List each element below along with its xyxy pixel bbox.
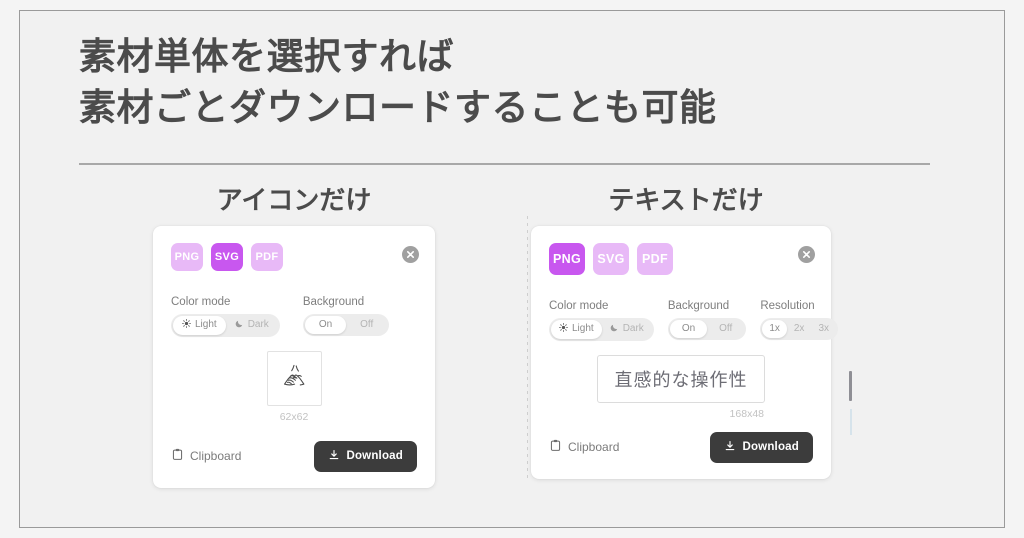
control-background: Background On Off	[667, 299, 747, 341]
download-button[interactable]: Download	[710, 431, 813, 463]
preview-zone: 直感的な操作性 168x48	[549, 354, 813, 420]
format-chip-svg[interactable]: SVG	[593, 242, 629, 275]
slide-frame: 素材単体を選択すれば 素材ごとダウンロードすることも可能 アイコンだけ PNG …	[19, 10, 1005, 528]
segmented-background: On Off	[302, 313, 390, 336]
segment-res-2x[interactable]: 2x	[787, 320, 812, 338]
page-title-line-2: 素材ごとダウンロードすることも可能	[79, 87, 717, 129]
preview-dimensions: 168x48	[729, 407, 764, 420]
format-chip-row: PNG SVG PDF	[549, 242, 813, 275]
sun-icon	[559, 322, 568, 336]
segment-res-3x[interactable]: 3x	[811, 320, 836, 338]
download-button[interactable]: Download	[314, 440, 417, 472]
card-icon-only: アイコンだけ PNG SVG PDF Color mode Light Dark…	[153, 185, 435, 488]
moon-icon	[235, 319, 244, 332]
background-sliver-secondary	[850, 409, 852, 435]
card-text-only: テキストだけ PNG SVG PDF Color mode Light Dark…	[531, 185, 841, 479]
segment-bg-on[interactable]: On	[669, 319, 708, 338]
clipboard-button[interactable]: Clipboard	[171, 448, 241, 464]
preview-box: 直感的な操作性	[597, 354, 765, 403]
export-panel-text-only: PNG SVG PDF Color mode Light Dark Backgr…	[531, 225, 838, 479]
title-divider	[79, 163, 930, 165]
clipboard-icon	[549, 439, 562, 455]
preview-zone: 62x62	[171, 350, 417, 423]
segmented-background: On Off	[667, 317, 747, 340]
page-title-line-1: 素材単体を選択すれば	[79, 36, 454, 77]
clipboard-label: Clipboard	[568, 440, 620, 455]
control-label-background: Background	[302, 295, 365, 308]
background-sliver	[849, 371, 852, 401]
control-background: Background On Off	[302, 295, 390, 337]
control-color-mode: Color mode Light Dark	[171, 296, 280, 337]
moon-icon	[610, 323, 619, 336]
preview-dimensions: 62x62	[279, 410, 309, 423]
close-icon[interactable]	[402, 245, 419, 263]
preview-box	[266, 350, 322, 406]
format-chip-pdf[interactable]: PDF	[251, 242, 283, 271]
segment-bg-off[interactable]: Off	[346, 316, 387, 334]
clipboard-label: Clipboard	[190, 449, 242, 464]
clipboard-icon	[171, 448, 184, 464]
controls-row: Color mode	[549, 299, 838, 341]
close-x-glyph	[802, 250, 811, 258]
segmented-color-mode: Light Dark	[171, 313, 280, 337]
panel-footer: Clipboard Download	[549, 431, 813, 463]
panel-footer: Clipboard Download	[171, 440, 417, 472]
segment-bg-on[interactable]: On	[304, 315, 347, 334]
segment-light[interactable]: Light	[551, 319, 602, 339]
preview-text: 直感的な操作性	[614, 369, 748, 390]
close-icon[interactable]	[798, 245, 815, 263]
segment-dark-label: Dark	[247, 319, 269, 331]
segment-light-label: Light	[572, 323, 594, 335]
preview-dimensions-wrap: 168x48	[598, 403, 764, 420]
page-title: 素材単体を選択すれば 素材ごとダウンロードすることも可能	[79, 31, 939, 133]
close-x-glyph	[406, 250, 415, 258]
control-label-color-mode: Color mode	[549, 299, 609, 312]
format-chip-row: PNG SVG PDF	[171, 242, 417, 271]
segment-dark[interactable]: Dark	[226, 316, 278, 335]
download-icon	[724, 440, 736, 455]
card-heading-icon-only: アイコンだけ	[216, 185, 372, 215]
controls-row: Color mode	[171, 296, 417, 337]
sun-icon	[182, 318, 191, 332]
segment-light-label: Light	[195, 319, 217, 331]
background-dotted-line	[527, 216, 528, 478]
format-chip-svg[interactable]: SVG	[211, 242, 243, 271]
format-chip-png[interactable]: PNG	[549, 242, 585, 275]
export-panel-icon-only: PNG SVG PDF Color mode Light Dark Backgr…	[153, 225, 435, 488]
control-label-color-mode: Color mode	[171, 295, 231, 308]
clipboard-button[interactable]: Clipboard	[549, 439, 619, 455]
control-resolution: Resolution 1x 2x 3x	[760, 300, 838, 341]
control-label-background: Background	[667, 299, 730, 312]
clasped-hands-icon	[277, 359, 311, 398]
download-icon	[328, 449, 340, 464]
format-chip-pdf[interactable]: PDF	[637, 242, 673, 275]
segment-res-1x[interactable]: 1x	[762, 319, 787, 338]
segmented-resolution: 1x 2x 3x	[760, 317, 838, 340]
download-label: Download	[742, 441, 799, 454]
segment-bg-off[interactable]: Off	[707, 320, 744, 338]
segment-dark[interactable]: Dark	[602, 320, 652, 339]
download-label: Download	[346, 450, 403, 463]
format-chip-png[interactable]: PNG	[171, 242, 203, 271]
control-color-mode: Color mode Light Dark	[549, 300, 654, 341]
segment-light[interactable]: Light	[173, 315, 226, 335]
card-heading-text-only: テキストだけ	[608, 185, 764, 215]
control-label-resolution: Resolution	[760, 299, 815, 312]
segmented-color-mode: Light Dark	[549, 317, 654, 341]
segment-dark-label: Dark	[622, 323, 644, 335]
